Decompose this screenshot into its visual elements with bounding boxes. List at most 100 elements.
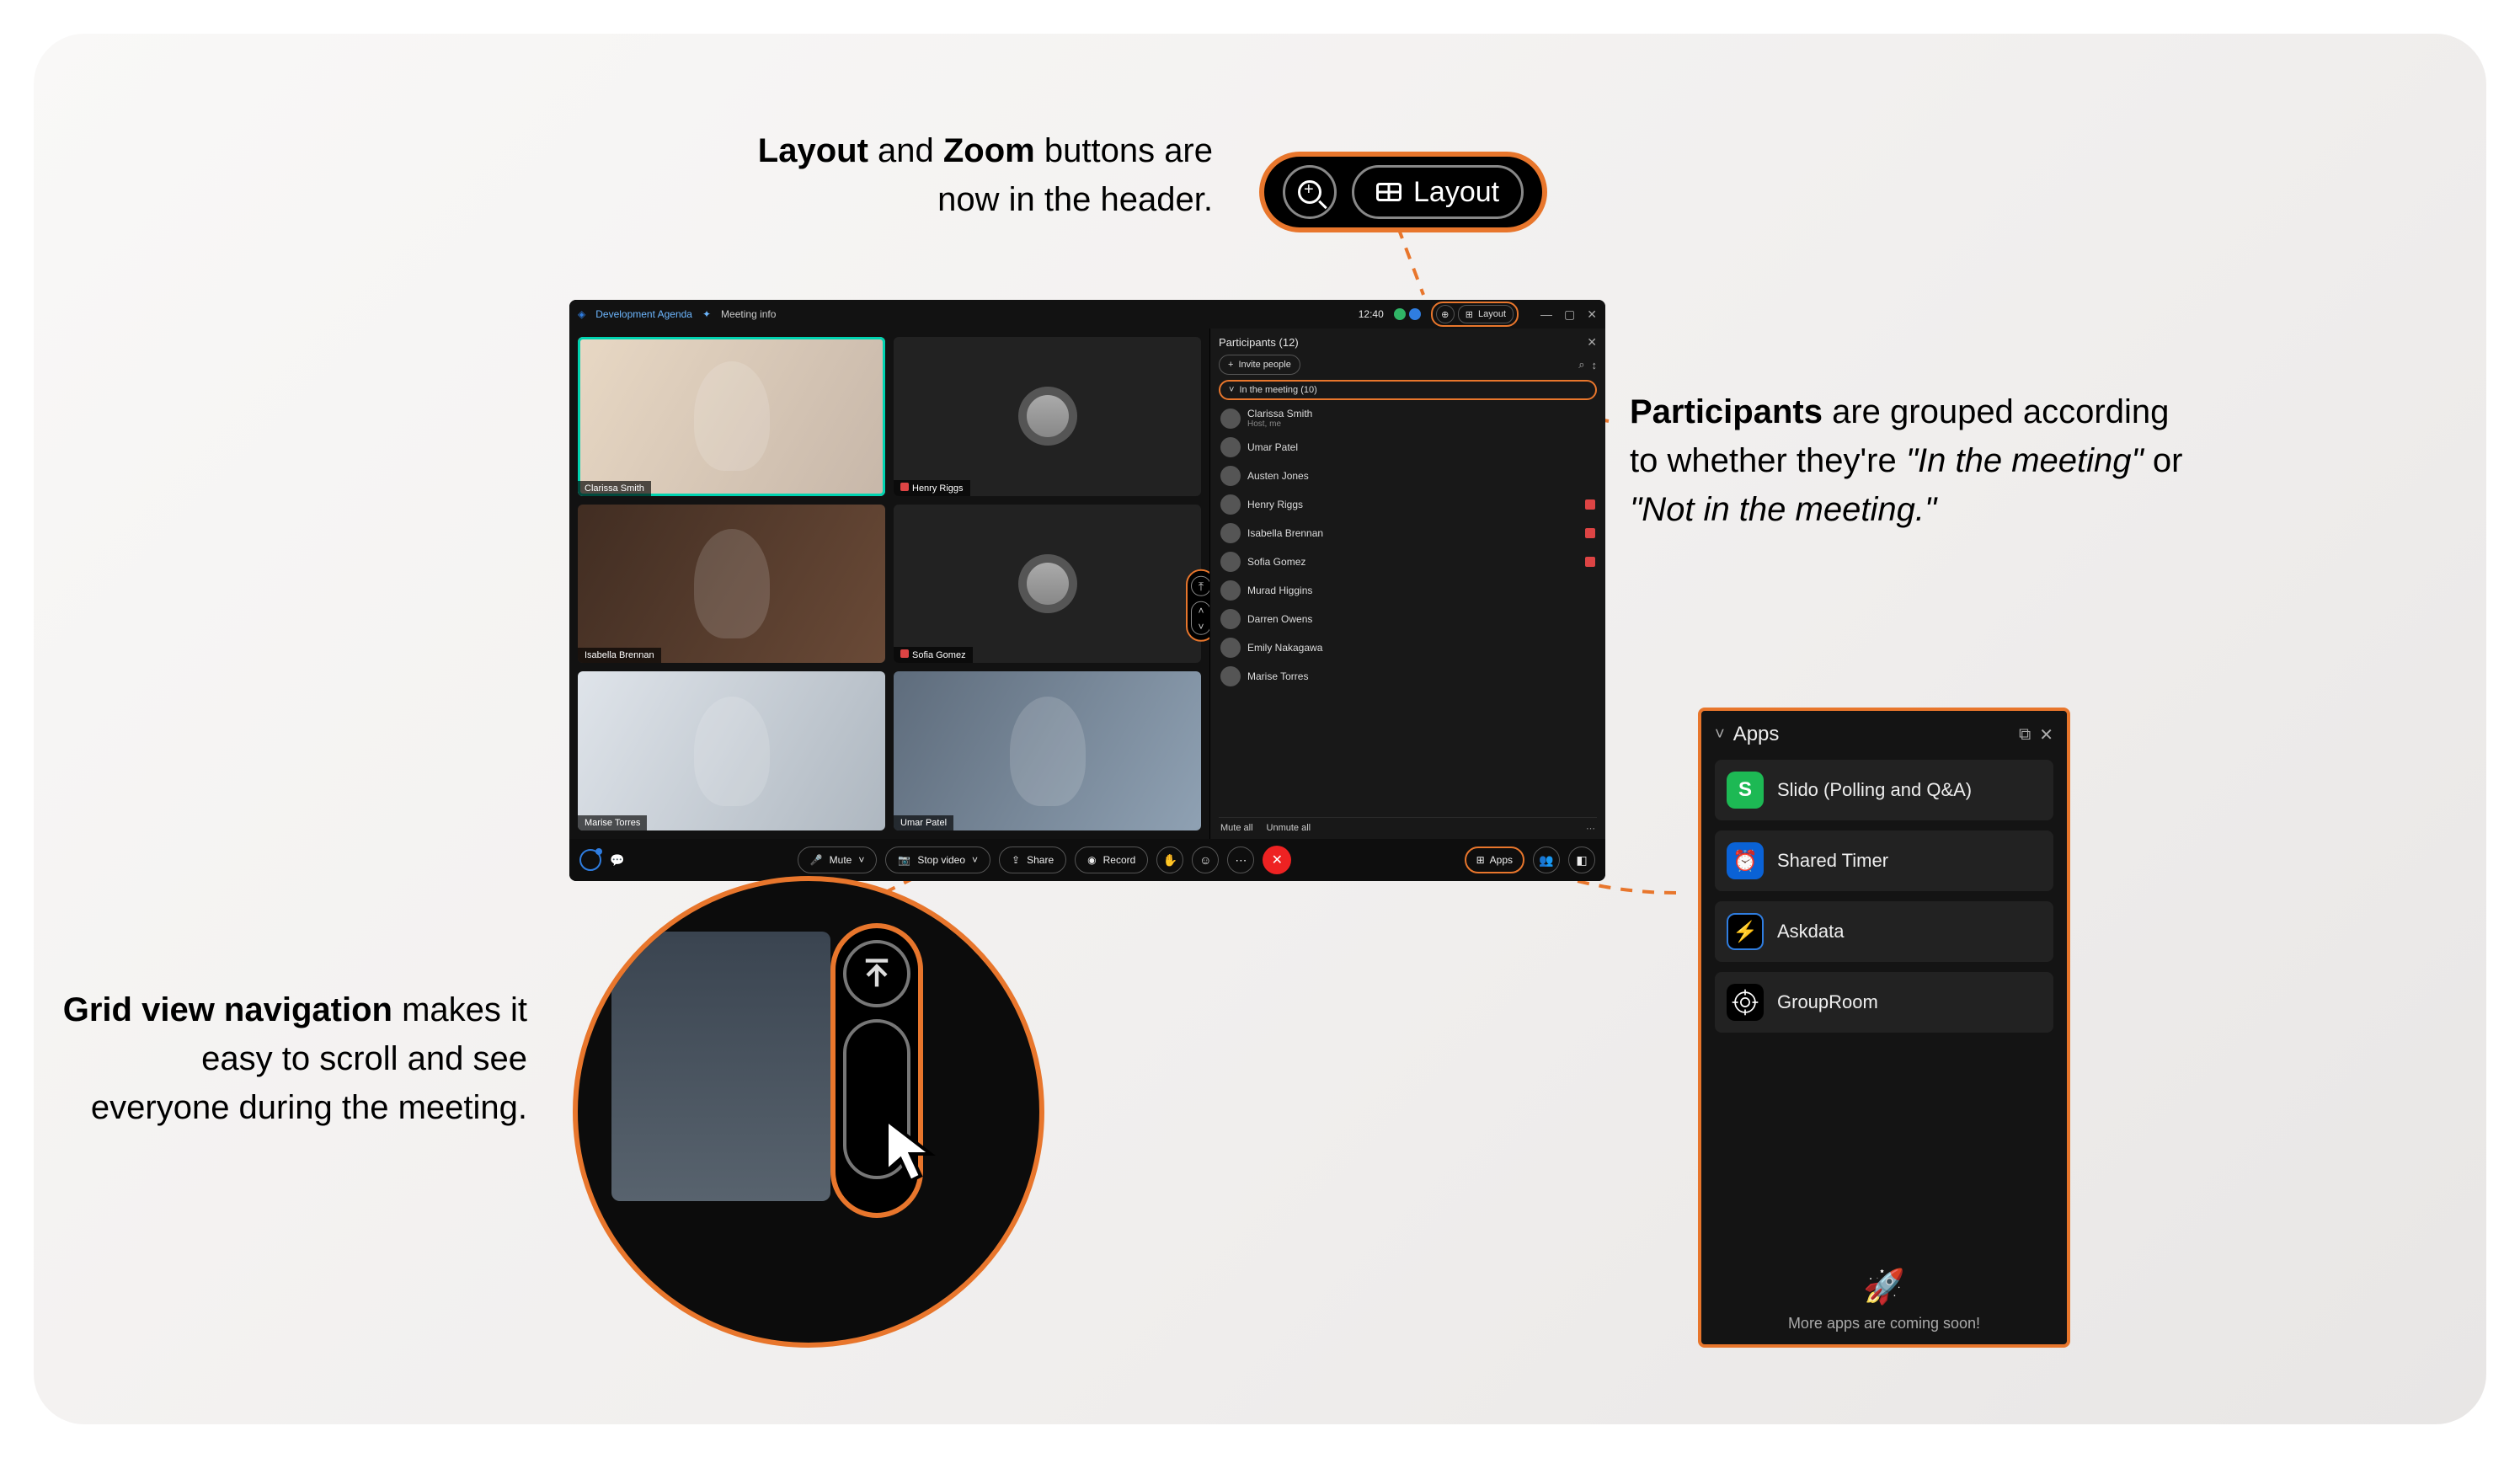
muted-icon [1585,414,1595,424]
muted-icon [1585,528,1595,538]
video-tile[interactable]: Marise Torres [578,671,885,830]
participant-row[interactable]: Clarissa SmithHost, me [1219,403,1597,433]
grid-nav-updown[interactable]: ˄˅ [1191,601,1211,635]
participant-row[interactable]: Sofia Gomez [1219,547,1597,576]
avatar [1018,554,1077,613]
self-view-icon[interactable] [579,849,601,871]
header-layout-zoom-group: ⊕ ⊞ Layout [1431,302,1519,327]
apps-close-icon[interactable]: ✕ [2039,724,2053,745]
participant-row[interactable]: Henry Riggs [1219,490,1597,519]
end-call-button[interactable]: ✕ [1263,846,1291,874]
participant-name: Isabella Brennan [1247,527,1323,539]
grid-nav-top-button[interactable]: ⤒ [1191,576,1211,596]
app-row[interactable]: GroupRoom [1715,972,2053,1033]
chevron-up-icon: ˄ [1198,604,1204,616]
participant-row[interactable]: Isabella Brennan [1219,519,1597,547]
muted-icon [1585,614,1595,624]
video-tile[interactable]: Sofia Gomez [894,505,1201,664]
record-button[interactable]: ◉ Record [1075,846,1148,873]
participant-row[interactable]: Murad Higgins [1219,576,1597,605]
participant-row[interactable]: Emily Nakagawa [1219,633,1597,662]
apps-panel-title: Apps [1733,723,1780,746]
rocket-icon: 🚀 [1715,1267,2053,1306]
window-maximize-icon[interactable]: ▢ [1564,307,1575,322]
muted-icon [1585,585,1595,595]
annotation-participants: Participants are grouped according to wh… [1630,387,2194,534]
participant-row[interactable]: Marise Torres [1219,662,1597,691]
apps-panel: ˅ Apps ⧉ ✕ S Slido (Polling and Q&A) ⏰Shar… [1698,708,2070,1348]
app-name: Slido (Polling and Q&A) [1777,779,1972,801]
chevron-down-icon[interactable]: ˅ [1715,725,1725,745]
grid-nav-top-button-zoom[interactable] [843,940,910,1007]
video-tile[interactable]: Clarissa Smith [578,337,885,496]
participant-name: Darren Owens [1247,613,1312,625]
avatar [1018,387,1077,446]
timer-icon: ⏰ [1727,842,1764,879]
mute-button[interactable]: 🎤 Mute ˅ [798,846,878,873]
participant-row[interactable]: Darren Owens [1219,605,1597,633]
video-tile[interactable]: Henry Riggs [894,337,1201,496]
zoom-button[interactable] [1283,165,1337,219]
meeting-title: Development Agenda [595,308,692,320]
app-row[interactable]: S Slido (Polling and Q&A) [1715,760,2053,820]
participant-name: Marise Torres [1247,670,1308,682]
participant-row[interactable]: Umar Patel [1219,433,1597,462]
app-row[interactable]: ⚡Askdata [1715,901,2053,962]
muted-icon [1585,557,1595,567]
annotation-grid-nav: Grid view navigation makes it easy to sc… [59,985,527,1132]
more-button[interactable]: ⋯ [1227,846,1254,873]
avatar [1220,580,1241,601]
tile-name-label: Sofia Gomez [894,647,973,663]
muted-icon [1585,499,1595,510]
avatar [1220,666,1241,686]
muted-icon [900,649,909,658]
reactions-button[interactable]: ☺ [1192,846,1219,873]
unmute-all-button[interactable]: Unmute all [1267,823,1311,834]
muted-icon [1585,643,1595,653]
invite-people-button[interactable]: + Invite people [1219,355,1300,375]
status-dots [1394,308,1421,320]
participants-toggle-button[interactable]: 👥 [1533,846,1560,873]
header-zoom-button[interactable]: ⊕ [1436,305,1455,323]
layout-grid-icon [1376,183,1401,201]
mute-all-button[interactable]: Mute all [1220,823,1253,834]
video-tile[interactable]: Umar Patel [894,671,1201,830]
participant-row[interactable]: Austen Jones [1219,462,1597,490]
tile-name-label: Henry Riggs [894,480,970,496]
participant-name: Austen Jones [1247,470,1309,482]
chat-icon[interactable]: 💬 [610,853,624,868]
panel-toggle-button[interactable]: ◧ [1568,846,1595,873]
participant-name: Henry Riggs [1247,499,1303,510]
avatar [1220,609,1241,629]
sort-icon[interactable]: ↕ [1592,359,1598,371]
video-grid: Clarissa Smith Henry Riggs Isabella Brenna… [569,328,1209,839]
slido-icon: S [1727,772,1764,809]
muted-icon [1585,442,1595,452]
header-layout-button[interactable]: ⊞ Layout [1458,305,1514,323]
participant-group-chip[interactable]: ˅ In the meeting (10) [1219,380,1597,400]
search-icon[interactable]: ⌕ [1578,358,1584,371]
layout-label: Layout [1413,176,1499,209]
app-row[interactable]: ⏰Shared Timer [1715,830,2053,891]
header-time: 12:40 [1359,308,1384,320]
window-minimize-icon[interactable]: — [1540,307,1552,322]
annotation-layout-zoom: Layout and Zoom buttons are now in the h… [691,126,1213,224]
share-button[interactable]: ⇪ Share [999,846,1066,873]
apps-button[interactable]: ⊞ Apps [1465,846,1524,873]
meeting-info-link[interactable]: Meeting info [721,308,776,320]
participant-name: Umar Patel [1247,441,1298,453]
video-tile[interactable]: Isabella Brennan [578,505,885,664]
stop-video-button[interactable]: 📷 Stop video ˅ [885,846,990,873]
participant-name: Clarissa SmithHost, me [1247,408,1312,429]
apps-popout-icon[interactable]: ⧉ [2019,725,2031,745]
layout-zoom-callout: Layout [1259,152,1547,232]
layout-button[interactable]: Layout [1352,165,1524,219]
participants-more-icon[interactable]: ⋯ [1586,823,1595,834]
avatar [1220,409,1241,429]
muted-icon [1585,471,1595,481]
raise-hand-button[interactable]: ✋ [1156,846,1183,873]
app-icon: ◈ [578,308,585,320]
avatar [1220,523,1241,543]
window-close-icon[interactable]: ✕ [1587,307,1597,322]
participants-close-icon[interactable]: ✕ [1587,335,1597,350]
